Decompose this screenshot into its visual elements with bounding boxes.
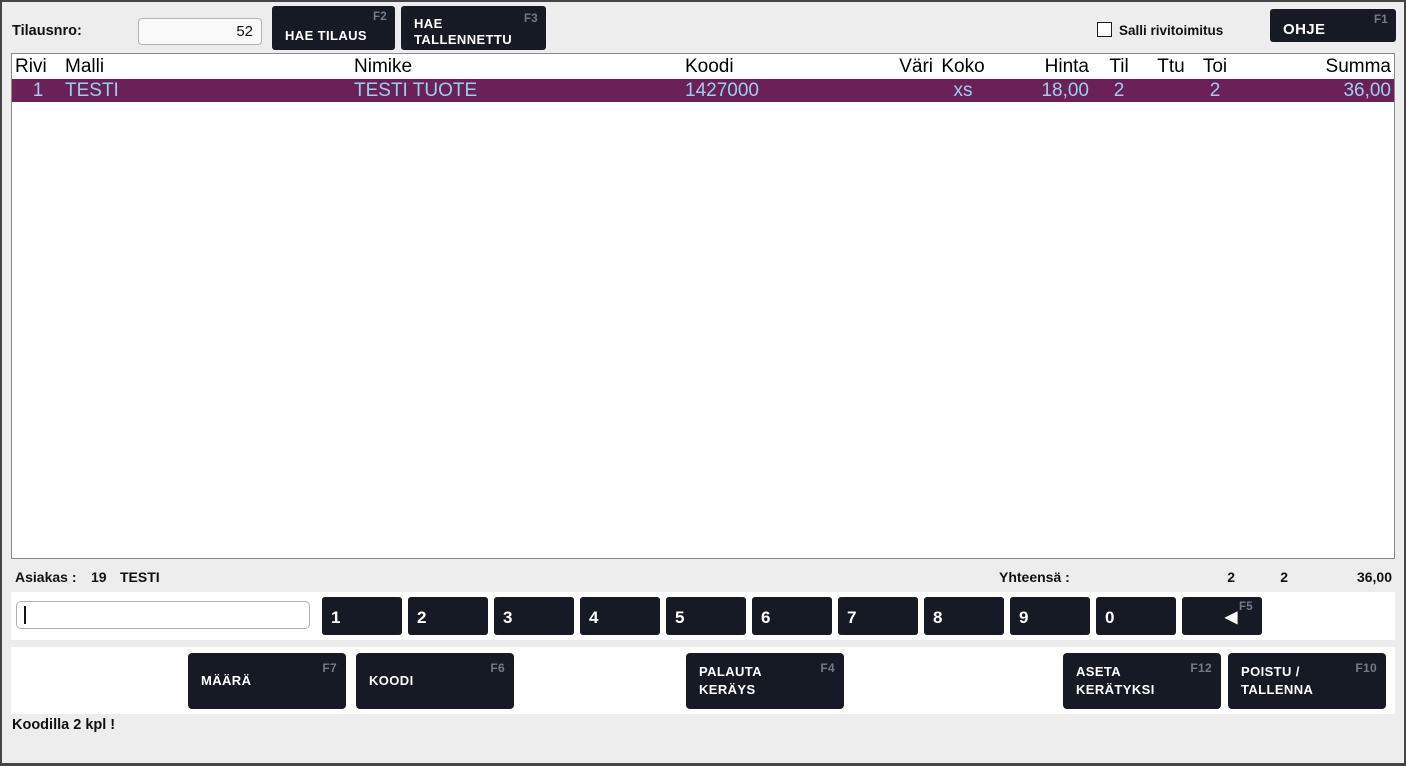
fkey-badge: F12 — [1190, 659, 1212, 677]
fkey-badge: F3 — [524, 11, 538, 27]
order-number-label: Tilausnro: — [12, 23, 82, 39]
aseta-keratyksi-label: KERÄTYKSI — [1076, 681, 1221, 699]
table-header-cell: Nimike — [353, 54, 684, 79]
table-header-cell: Summa — [1237, 54, 1394, 79]
customer-name: TESTI — [120, 569, 160, 585]
numeric-key-2[interactable]: 2 — [408, 597, 488, 635]
table-cell — [896, 79, 933, 102]
total-delivered-qty: 2 — [1230, 569, 1288, 585]
backspace-icon: ◀ — [1225, 607, 1237, 627]
table-header-cell: Toi — [1193, 54, 1237, 79]
keypad-panel: 1234567890 ◀ F5 — [11, 592, 1395, 640]
help-label: OHJE — [1283, 21, 1325, 38]
help-button[interactable]: OHJE F1 — [1270, 9, 1396, 42]
numeric-key-3[interactable]: 3 — [494, 597, 574, 635]
text-caret — [24, 606, 26, 624]
table-body: 1TESTITESTI TUOTE1427000xs18,002236,00 — [12, 79, 1394, 102]
numeric-key-1[interactable]: 1 — [322, 597, 402, 635]
numeric-key-0[interactable]: 0 — [1096, 597, 1176, 635]
numeric-key-6[interactable]: 6 — [752, 597, 832, 635]
fkey-badge: F10 — [1355, 659, 1377, 677]
table-header-cell: Koko — [933, 54, 993, 79]
customer-number: 19 — [91, 569, 107, 585]
fetch-saved-button[interactable]: HAE TALLENNETTU F3 — [401, 6, 546, 50]
table-header-cell: Malli — [64, 54, 353, 79]
table-cell: TESTI — [64, 79, 353, 102]
table-header-cell: Ttu — [1149, 54, 1193, 79]
table-header-cell: Väri — [896, 54, 933, 79]
fetch-order-label: HAE TILAUS — [285, 28, 367, 43]
palauta-kerays-button[interactable]: PALAUTAKERÄYSF4 — [686, 653, 844, 709]
table-cell: TESTI TUOTE — [353, 79, 684, 102]
numeric-key-8[interactable]: 8 — [924, 597, 1004, 635]
total-sum: 36,00 — [1302, 569, 1392, 585]
koodi-button[interactable]: KOODIF6 — [356, 653, 514, 709]
app-window: Tilausnro: HAE TILAUS F2 HAE TALLENNETTU… — [0, 0, 1406, 766]
fkey-badge: F2 — [373, 11, 387, 23]
numeric-key-7[interactable]: 7 — [838, 597, 918, 635]
fetch-saved-label-line2: TALLENNETTU — [414, 32, 512, 47]
numeric-key-5[interactable]: 5 — [666, 597, 746, 635]
allow-line-delivery-label: Salli rivitoimitus — [1119, 23, 1223, 38]
fetch-order-button[interactable]: HAE TILAUS F2 — [272, 6, 395, 50]
order-number-input[interactable] — [138, 18, 262, 45]
customer-label: Asiakas : — [15, 569, 76, 585]
total-label: Yhteensä : — [999, 569, 1070, 585]
numeric-key-4[interactable]: 4 — [580, 597, 660, 635]
table-cell: xs — [933, 79, 993, 102]
total-ordered-qty: 2 — [1177, 569, 1235, 585]
table-cell: 18,00 — [993, 79, 1089, 102]
fkey-badge: F1 — [1374, 14, 1388, 26]
code-entry-input[interactable] — [16, 601, 310, 629]
table-cell: 1 — [12, 79, 64, 102]
poistu-tallenna-label: TALLENNA — [1241, 681, 1386, 699]
table-cell — [1149, 79, 1193, 102]
maara-button[interactable]: MÄÄRÄF7 — [188, 653, 346, 709]
table-header-cell: Hinta — [993, 54, 1089, 79]
table-header-cell: Til — [1089, 54, 1149, 79]
palauta-kerays-label: KERÄYS — [699, 681, 844, 699]
table-row[interactable]: 1TESTITESTI TUOTE1427000xs18,002236,00 — [12, 79, 1394, 102]
table-cell: 1427000 — [684, 79, 896, 102]
function-button-panel: MÄÄRÄF7KOODIF6PALAUTAKERÄYSF4ASETAKERÄTY… — [11, 647, 1395, 714]
fkey-badge: F4 — [820, 659, 835, 677]
fkey-badge: F6 — [490, 659, 505, 677]
status-message: Koodilla 2 kpl ! — [12, 717, 115, 733]
aseta-keratyksi-button[interactable]: ASETAKERÄTYKSIF12 — [1063, 653, 1221, 709]
allow-line-delivery-checkbox[interactable] — [1097, 22, 1112, 37]
fkey-badge: F5 — [1239, 601, 1253, 613]
table-header-cell: Rivi — [12, 54, 64, 79]
table-header-cell: Koodi — [684, 54, 896, 79]
table-cell: 2 — [1193, 79, 1237, 102]
order-lines-table: RiviMalliNimikeKoodiVäriKokoHintaTilTtuT… — [11, 53, 1395, 559]
fetch-saved-label-line1: HAE — [414, 16, 443, 31]
fkey-badge: F7 — [322, 659, 337, 677]
table-cell: 36,00 — [1237, 79, 1394, 102]
numeric-key-9[interactable]: 9 — [1010, 597, 1090, 635]
table-cell: 2 — [1089, 79, 1149, 102]
backspace-button[interactable]: ◀ F5 — [1182, 597, 1262, 635]
poistu-tallenna-button[interactable]: POISTU /TALLENNAF10 — [1228, 653, 1386, 709]
table-header-row: RiviMalliNimikeKoodiVäriKokoHintaTilTtuT… — [12, 54, 1394, 79]
